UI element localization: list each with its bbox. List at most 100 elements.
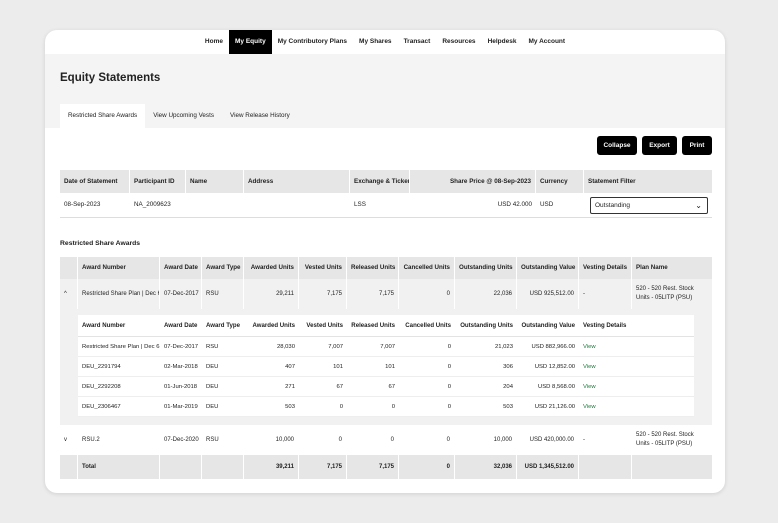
statement-summary-table: Date of Statement Participant ID Name Ad… [60, 170, 712, 218]
total-cancelled-units: 0 [399, 455, 455, 479]
outstanding-value: USD 420,000.00 [517, 425, 579, 455]
nav-resources[interactable]: Resources [436, 30, 481, 54]
vested-units: 0 [299, 425, 347, 455]
nav-my-equity[interactable]: My Equity [228, 30, 272, 54]
chevron-down-icon: v [64, 437, 67, 443]
section-title-restricted-share-awards: Restricted Share Awards [60, 240, 141, 247]
plan-name: 520 - 520 Rest. Stock Units - 05LITP (PS… [636, 432, 694, 447]
total-empty-type [202, 455, 244, 479]
chevron-down-icon: ⌄ [695, 201, 702, 210]
tab-restricted-share-awards[interactable]: Restricted Share Awards [60, 104, 146, 128]
nav-home[interactable]: Home [199, 30, 229, 54]
awards-table: Award Number Award Date Award Type Award… [60, 257, 712, 479]
chevron-up-icon: ^ [64, 291, 67, 297]
nav-my-shares[interactable]: My Shares [353, 30, 398, 54]
nested-header-outstanding-units: Outstanding Units [455, 315, 517, 337]
nested-award-table: Award Number Award Date Award Type Award… [78, 315, 694, 417]
award-row: v RSU.2 07-Dec-2020 RSU 10,000 0 0 0 10,… [60, 425, 712, 455]
nested-vested-units: 0 [299, 397, 347, 417]
tab-view-release-history[interactable]: View Release History [222, 104, 298, 128]
award-type: RSU [202, 425, 244, 455]
nested-award-date: 07-Dec-2017 [160, 337, 202, 357]
nested-award-type: DEU [202, 357, 244, 377]
nested-award-date: 01-Jun-2018 [160, 377, 202, 397]
nested-awarded-units: 271 [244, 377, 299, 397]
nested-header-cancelled-units: Cancelled Units [399, 315, 455, 337]
header-plan-name: Plan Name [632, 257, 712, 279]
outstanding-units: 22,036 [455, 279, 517, 309]
tab-view-upcoming-vests[interactable]: View Upcoming Vests [145, 104, 222, 128]
nested-vested-units: 101 [299, 357, 347, 377]
nested-header-outstanding-value: Outstanding Value [517, 315, 579, 337]
collapse-button[interactable]: Collapse [597, 136, 637, 155]
nested-outstanding-units: 21,023 [455, 337, 517, 357]
collapse-row-button[interactable]: ^ [60, 279, 78, 309]
view-vesting-link[interactable]: View [579, 357, 694, 377]
nested-header-awarded-units: Awarded Units [244, 315, 299, 337]
value-exchange-ticker: LSS [354, 201, 366, 208]
outstanding-value: USD 925,512.00 [517, 279, 579, 309]
nested-header-award-number: Award Number [78, 315, 160, 337]
statement-filter-select[interactable]: Outstanding ⌄ [590, 197, 708, 214]
view-vesting-link[interactable]: View [579, 337, 694, 357]
nested-award-date: 01-Mar-2019 [160, 397, 202, 417]
total-row: Total 39,211 7,175 7,175 0 32,036 USD 1,… [60, 455, 712, 479]
nested-award-type: RSU [202, 337, 244, 357]
total-label: Total [78, 455, 160, 479]
nested-released-units: 101 [347, 357, 399, 377]
nested-award-date: 02-Mar-2018 [160, 357, 202, 377]
nested-header-award-date: Award Date [160, 315, 202, 337]
nested-row: DEU_2306467 01-Mar-2019 DEU 503 0 0 0 50… [78, 397, 694, 417]
total-spacer [60, 455, 78, 479]
header-outstanding-value: Outstanding Value [517, 257, 579, 279]
nested-awarded-units: 407 [244, 357, 299, 377]
nested-award-number: Restricted Share Plan | Dec 6 [78, 337, 160, 357]
nested-outstanding-units: 503 [455, 397, 517, 417]
view-vesting-link[interactable]: View [579, 397, 694, 417]
export-button[interactable]: Export [642, 136, 677, 155]
statement-header-row: Date of Statement Participant ID Name Ad… [60, 170, 712, 193]
nav-my-account[interactable]: My Account [522, 30, 571, 54]
header-date-of-statement: Date of Statement [60, 170, 130, 193]
award-number: RSU.2 [78, 425, 160, 455]
nested-released-units: 0 [347, 397, 399, 417]
award-number: Restricted Share Plan | Dec 6 [78, 279, 160, 309]
total-empty-plan [632, 455, 712, 479]
nested-released-units: 7,007 [347, 337, 399, 357]
header-cancelled-units: Cancelled Units [399, 257, 455, 279]
nested-award-type: DEU [202, 397, 244, 417]
nav-my-contributory-plans[interactable]: My Contributory Plans [272, 30, 353, 54]
print-button[interactable]: Print [682, 136, 712, 155]
award-row: ^ Restricted Share Plan | Dec 6 07-Dec-2… [60, 279, 712, 309]
header-award-type: Award Type [202, 257, 244, 279]
nested-awarded-units: 503 [244, 397, 299, 417]
total-outstanding-units: 32,036 [455, 455, 517, 479]
nested-vested-units: 67 [299, 377, 347, 397]
nested-award-type: DEU [202, 377, 244, 397]
nested-row: DEU_2291794 02-Mar-2018 DEU 407 101 101 … [78, 357, 694, 377]
awarded-units: 29,211 [244, 279, 299, 309]
nested-outstanding-value: USD 12,852.00 [517, 357, 579, 377]
cancelled-units: 0 [399, 425, 455, 455]
nav-transact[interactable]: Transact [398, 30, 437, 54]
header-vested-units: Vested Units [299, 257, 347, 279]
total-empty-date [160, 455, 202, 479]
header-address: Address [244, 170, 350, 193]
nested-award-number: DEU_2291794 [78, 357, 160, 377]
header-award-number: Award Number [78, 257, 160, 279]
nested-header-vested-units: Vested Units [299, 315, 347, 337]
nav-helpdesk[interactable]: Helpdesk [482, 30, 523, 54]
nested-released-units: 67 [347, 377, 399, 397]
nested-cancelled-units: 0 [399, 397, 455, 417]
page-title: Equity Statements [60, 72, 161, 84]
header-participant-id: Participant ID [130, 170, 186, 193]
expand-row-button[interactable]: v [60, 425, 78, 455]
awarded-units: 10,000 [244, 425, 299, 455]
nested-outstanding-value: USD 8,568.00 [517, 377, 579, 397]
nested-cancelled-units: 0 [399, 377, 455, 397]
nested-header-row: Award Number Award Date Award Type Award… [78, 315, 694, 337]
view-vesting-link[interactable]: View [579, 377, 694, 397]
equity-statements-card: Home My Equity My Contributory Plans My … [45, 30, 725, 493]
nested-header-vesting-details: Vesting Details [579, 315, 694, 337]
value-date-of-statement: 08-Sep-2023 [64, 201, 101, 208]
